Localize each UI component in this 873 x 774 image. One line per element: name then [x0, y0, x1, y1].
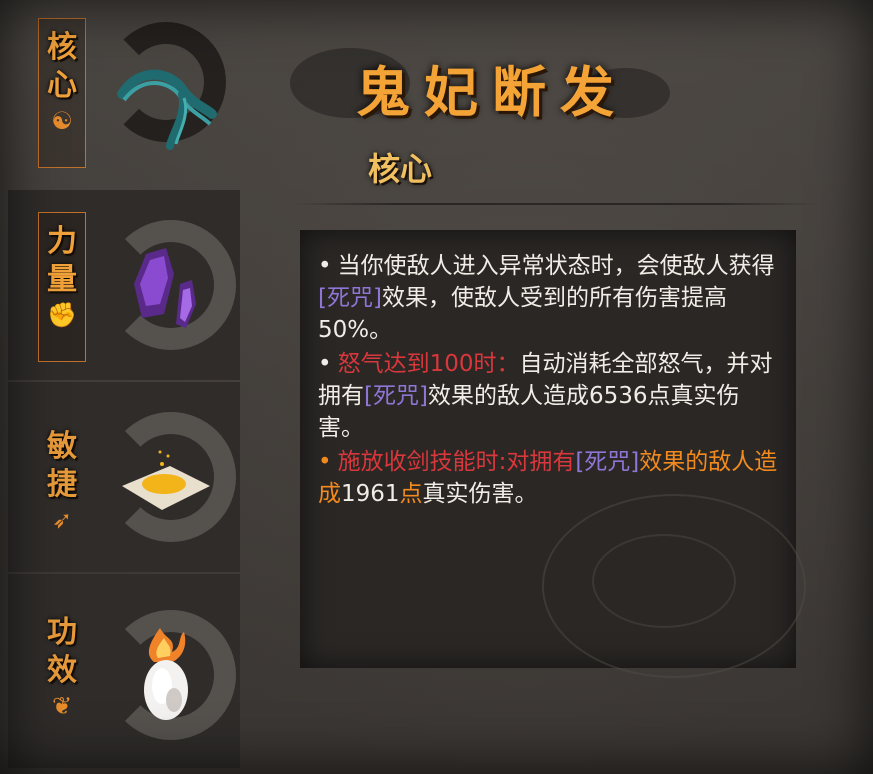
death-curse-tag: [死咒]: [318, 285, 382, 311]
item-detail-window: 核 心 ☯ 力 量 ✊ 敏 捷 ➶ 功 效 ❦ 鬼妃断发 核心 • 当你使敌人进…: [0, 0, 873, 774]
burning-crystal-icon: [144, 628, 188, 720]
bullet-icon: •: [318, 449, 332, 475]
trigger-condition: 怒气达到100时：: [337, 351, 520, 377]
slot-agility[interactable]: 敏 捷 ➶: [8, 382, 240, 572]
leaf-icon: ❦: [51, 692, 73, 720]
tab-effect-char-2: 效: [47, 653, 77, 688]
damage-value: 1961: [341, 481, 400, 507]
description-text: • 当你使敌人进入异常状态时，会使敌人获得[死咒]效果，使敌人受到的所有伤害提高5…: [318, 250, 778, 512]
tab-strength-char-1: 力: [47, 224, 77, 259]
divider: [290, 203, 820, 205]
tab-agility-char-2: 捷: [47, 467, 77, 502]
category-sidebar: 核 心 ☯ 力 量 ✊ 敏 捷 ➶ 功 效 ❦: [8, 8, 240, 768]
item-title-wrap: 鬼妃断发: [356, 48, 628, 127]
tab-core-char-2: 心: [47, 68, 77, 103]
slot-effect[interactable]: 功 效 ❦: [8, 574, 240, 768]
tab-effect[interactable]: 功 效 ❦: [38, 604, 86, 754]
effect-line-2: • 怒气达到100时：自动消耗全部怒气，并对拥有[死咒]效果的敌人造成6536点真…: [318, 348, 778, 444]
bullet-icon: •: [318, 351, 332, 377]
running-icon: ➶: [51, 506, 73, 534]
tab-agility[interactable]: 敏 捷 ➶: [38, 418, 86, 558]
effect-text: 真实伤害。: [422, 481, 538, 507]
death-curse-tag: [死咒]: [575, 449, 640, 475]
fist-icon: ✊: [47, 301, 77, 329]
golden-powder-paper-icon: [122, 450, 210, 510]
item-title: 鬼妃断发: [356, 61, 628, 124]
purple-crystal-icon: [134, 248, 196, 328]
slot-strength[interactable]: 力 量 ✊: [8, 190, 240, 380]
item-detail-panel: 鬼妃断发 核心 • 当你使敌人进入异常状态时，会使敌人获得[死咒]效果，使敌人受到…: [250, 8, 850, 768]
tab-core-char-1: 核: [47, 30, 77, 65]
tab-strength-char-2: 量: [47, 262, 77, 297]
effect-text: 点: [399, 481, 423, 507]
hair-strand-icon: [117, 69, 217, 150]
taiji-icon: ☯: [51, 107, 73, 135]
effect-line-1: • 当你使敌人进入异常状态时，会使敌人获得[死咒]效果，使敌人受到的所有伤害提高5…: [318, 250, 778, 346]
bullet-icon: •: [318, 253, 332, 279]
description-box: • 当你使敌人进入异常状态时，会使敌人获得[死咒]效果，使敌人受到的所有伤害提高5…: [300, 230, 806, 678]
effect-line-3: • 施放收剑技能时:对拥有[死咒]效果的敌人造成1961点真实伤害。: [318, 446, 778, 510]
tab-agility-char-1: 敏: [47, 429, 77, 464]
slot-core[interactable]: 核 心 ☯: [8, 8, 240, 188]
trigger-condition: 施放收剑技能时:对拥有: [337, 449, 576, 475]
tab-core[interactable]: 核 心 ☯: [38, 18, 86, 168]
death-curse-tag: [死咒]: [364, 383, 428, 409]
cloud-pattern-decoration: [592, 534, 736, 628]
tab-effect-char-1: 功: [47, 615, 77, 650]
tab-strength[interactable]: 力 量 ✊: [38, 212, 86, 362]
effect-text: 当你使敌人进入异常状态时，会使敌人获得: [337, 253, 775, 279]
item-category: 核心: [368, 150, 433, 188]
